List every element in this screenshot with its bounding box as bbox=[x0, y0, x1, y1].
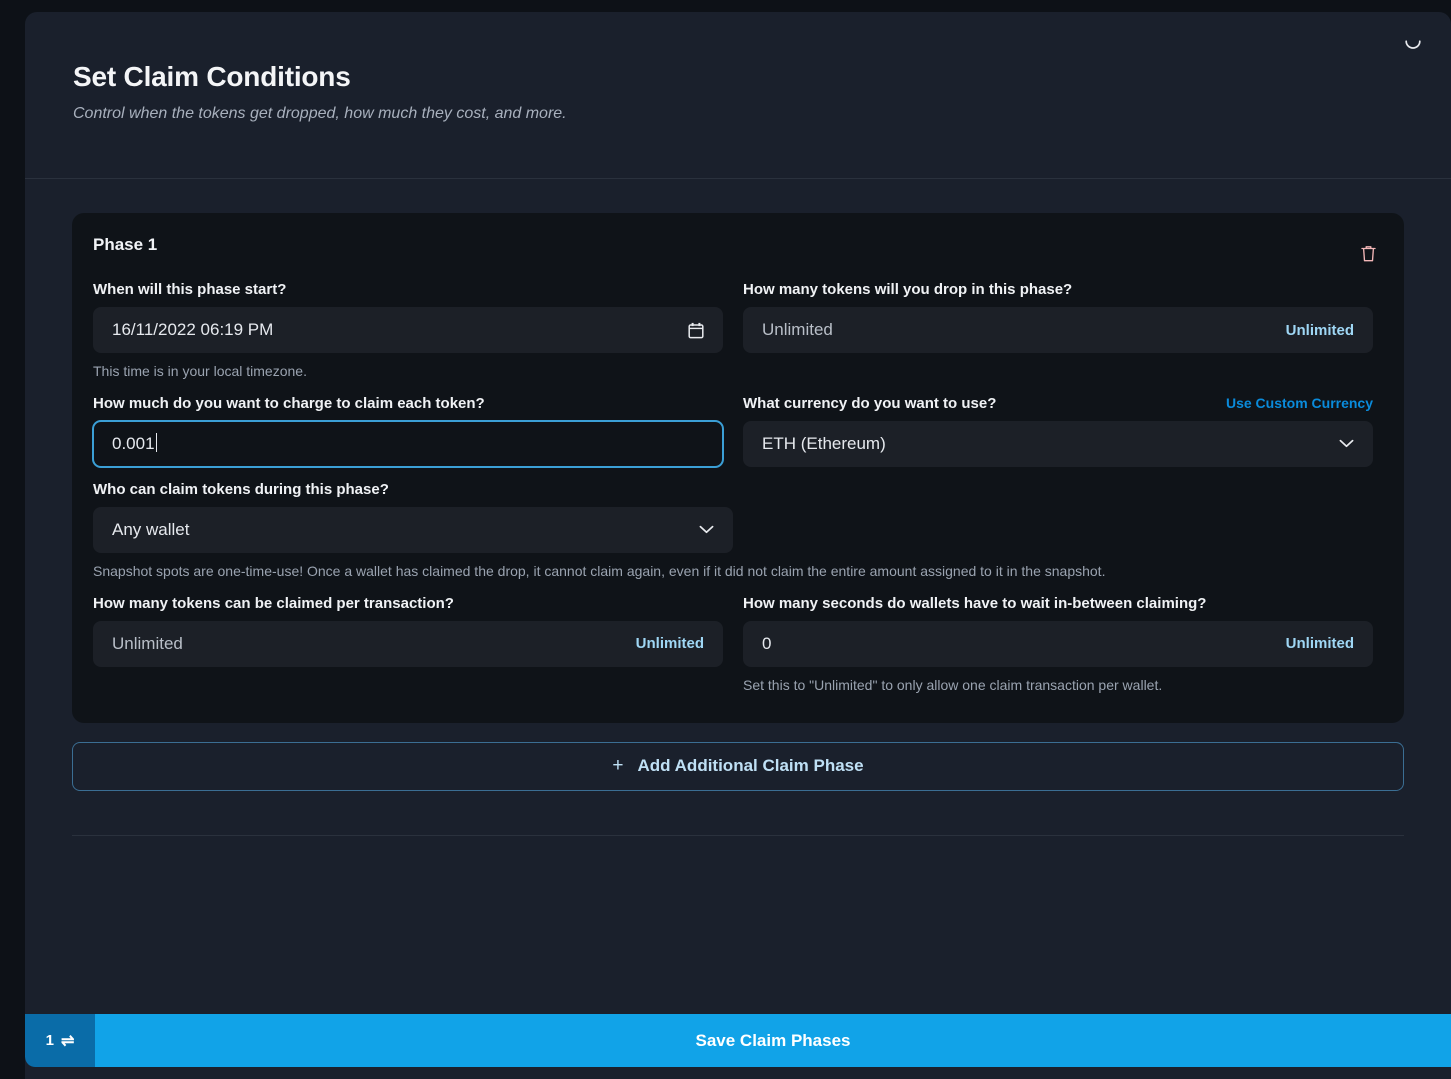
per-transaction-value: Unlimited bbox=[112, 621, 624, 667]
field-currency: What currency do you want to use? Use Cu… bbox=[743, 395, 1373, 467]
add-claim-phase-button[interactable]: + Add Additional Claim Phase bbox=[72, 742, 1404, 791]
loading-spinner-icon bbox=[1403, 32, 1423, 52]
start-time-value: 16/11/2022 06:19 PM bbox=[112, 307, 678, 353]
wait-time-unlimited-button[interactable]: Unlimited bbox=[1286, 635, 1354, 652]
field-start-time: When will this phase start? 16/11/2022 0… bbox=[93, 281, 723, 381]
field-per-transaction: How many tokens can be claimed per trans… bbox=[93, 595, 723, 695]
field-label: How many tokens can be claimed per trans… bbox=[93, 595, 454, 612]
who-can-claim-value: Any wallet bbox=[112, 507, 689, 553]
wait-time-input[interactable]: 0 Unlimited bbox=[743, 621, 1373, 667]
supply-unlimited-button[interactable]: Unlimited bbox=[1286, 322, 1354, 339]
save-bar: 1 ⇌ Save Claim Phases bbox=[25, 1014, 1451, 1067]
footer-divider bbox=[72, 835, 1404, 884]
body-spacer bbox=[72, 791, 1404, 835]
phase-row-price: How much do you want to charge to claim … bbox=[93, 381, 1383, 467]
phase-row-limits: How many tokens can be claimed per trans… bbox=[93, 581, 1383, 695]
per-transaction-input[interactable]: Unlimited Unlimited bbox=[93, 621, 723, 667]
per-transaction-unlimited-button[interactable]: Unlimited bbox=[636, 635, 704, 652]
who-can-claim-select[interactable]: Any wallet bbox=[93, 507, 733, 553]
modal-body: Phase 1 When will this phase start? bbox=[25, 179, 1451, 884]
swap-arrows-icon: ⇌ bbox=[61, 1031, 74, 1051]
field-label: How many seconds do wallets have to wait… bbox=[743, 595, 1206, 612]
start-time-helper: This time is in your local timezone. bbox=[93, 362, 723, 381]
start-time-input[interactable]: 16/11/2022 06:19 PM bbox=[93, 307, 723, 353]
who-can-claim-helper: Snapshot spots are one-time-use! Once a … bbox=[93, 562, 1383, 581]
claim-conditions-modal: Set Claim Conditions Control when the to… bbox=[25, 12, 1451, 1079]
page-title: Set Claim Conditions bbox=[73, 60, 1403, 94]
field-supply: How many tokens will you drop in this ph… bbox=[743, 281, 1373, 381]
page-subtitle: Control when the tokens get dropped, how… bbox=[73, 104, 1403, 125]
price-value: 0.001 bbox=[112, 434, 155, 453]
field-label: Who can claim tokens during this phase? bbox=[93, 481, 389, 498]
field-who-can-claim: Who can claim tokens during this phase? … bbox=[93, 481, 1383, 581]
currency-select[interactable]: ETH (Ethereum) bbox=[743, 421, 1373, 467]
save-claim-phases-button[interactable]: Save Claim Phases bbox=[95, 1014, 1451, 1067]
add-claim-phase-label: Add Additional Claim Phase bbox=[638, 756, 864, 776]
modal-header: Set Claim Conditions Control when the to… bbox=[25, 12, 1451, 179]
price-input[interactable]: 0.001 bbox=[93, 421, 723, 467]
currency-value: ETH (Ethereum) bbox=[762, 421, 1329, 467]
chevron-down-icon bbox=[1339, 439, 1354, 448]
supply-value: Unlimited bbox=[762, 307, 1274, 353]
phase-title: Phase 1 bbox=[93, 235, 157, 255]
phase-row-schedule: When will this phase start? 16/11/2022 0… bbox=[93, 269, 1383, 381]
transaction-count: 1 bbox=[46, 1032, 54, 1049]
app-root: Set Claim Conditions Control when the to… bbox=[0, 0, 1451, 1079]
use-custom-currency-link[interactable]: Use Custom Currency bbox=[1226, 395, 1373, 411]
calendar-icon[interactable] bbox=[688, 322, 704, 339]
field-label: What currency do you want to use? bbox=[743, 395, 996, 412]
field-label: How many tokens will you drop in this ph… bbox=[743, 281, 1072, 298]
field-price: How much do you want to charge to claim … bbox=[93, 395, 723, 467]
transaction-count-badge[interactable]: 1 ⇌ bbox=[25, 1014, 95, 1067]
plus-icon: + bbox=[612, 755, 623, 777]
wait-time-helper: Set this to "Unlimited" to only allow on… bbox=[743, 676, 1373, 695]
field-label: How much do you want to charge to claim … bbox=[93, 395, 485, 412]
delete-phase-button[interactable] bbox=[1355, 242, 1381, 268]
text-caret bbox=[156, 433, 157, 452]
phase-header: Phase 1 bbox=[93, 235, 1383, 269]
field-wait-time: How many seconds do wallets have to wait… bbox=[743, 595, 1373, 695]
field-label: When will this phase start? bbox=[93, 281, 286, 298]
supply-input[interactable]: Unlimited Unlimited bbox=[743, 307, 1373, 353]
phase-card: Phase 1 When will this phase start? bbox=[72, 213, 1404, 723]
trash-icon bbox=[1360, 244, 1377, 266]
chevron-down-icon bbox=[699, 525, 714, 534]
wait-time-value: 0 bbox=[762, 621, 1274, 667]
